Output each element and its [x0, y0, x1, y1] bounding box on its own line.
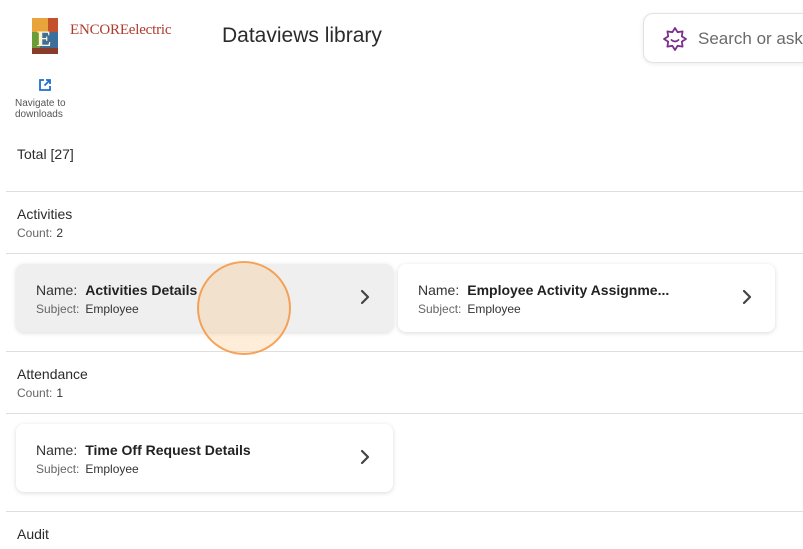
- dataview-name: Activities Details: [85, 282, 198, 298]
- total-count: Total [27]: [17, 146, 74, 162]
- section-divider: [6, 191, 803, 192]
- search-input[interactable]: [698, 27, 803, 51]
- logo-mark-icon: E: [32, 18, 58, 54]
- section-title-audit: Audit: [17, 526, 49, 542]
- section-count-activities: Count: 2: [17, 226, 64, 240]
- dataview-name: Employee Activity Assignme...: [467, 282, 670, 298]
- dataview-subject: Employee: [85, 462, 139, 476]
- name-key: Name:: [36, 282, 78, 298]
- navigate-label-line1: Navigate to: [15, 98, 66, 109]
- section-title-activities: Activities: [17, 206, 73, 222]
- navigate-to-downloads-button[interactable]: Navigate to downloads: [12, 78, 82, 120]
- name-key: Name:: [418, 282, 460, 298]
- navigate-label-line2: downloads: [15, 109, 63, 120]
- section-divider: [6, 351, 803, 352]
- section-divider: [6, 253, 803, 254]
- subject-key: Subject:: [418, 302, 462, 316]
- section-count-attendance: Count: 1: [17, 386, 64, 400]
- dataview-subject: Employee: [467, 302, 521, 316]
- name-key: Name:: [36, 442, 78, 458]
- ai-sparkle-search-icon: [663, 27, 687, 51]
- page-title: Dataviews library: [222, 24, 382, 47]
- dataview-card-time-off-request-details[interactable]: Name: Time Off Request Details Subject: Em…: [16, 424, 393, 492]
- subject-key: Subject:: [36, 302, 80, 316]
- chevron-right-icon: [360, 449, 370, 465]
- section-divider: [6, 511, 803, 512]
- section-title-attendance: Attendance: [17, 366, 88, 382]
- external-link-icon: [39, 79, 51, 91]
- dataview-name: Time Off Request Details: [85, 442, 251, 458]
- dataview-card-activities-details[interactable]: Name: Activities Details Subject: Employee: [16, 264, 393, 332]
- logo-text: ENCOREelectric: [70, 22, 172, 38]
- app-header: E ENCOREelectric Dataviews library: [0, 0, 803, 70]
- logo-mark-letter: E: [37, 26, 52, 51]
- search-box[interactable]: [643, 13, 803, 63]
- dataview-subject: Employee: [85, 302, 139, 316]
- chevron-right-icon: [360, 289, 370, 305]
- subject-key: Subject:: [36, 462, 80, 476]
- chevron-right-icon: [742, 289, 752, 305]
- company-logo[interactable]: E ENCOREelectric: [32, 18, 192, 56]
- section-divider: [6, 413, 803, 414]
- dataview-card-employee-activity-assignments[interactable]: Name: Employee Activity Assignme... Subje…: [398, 264, 775, 332]
